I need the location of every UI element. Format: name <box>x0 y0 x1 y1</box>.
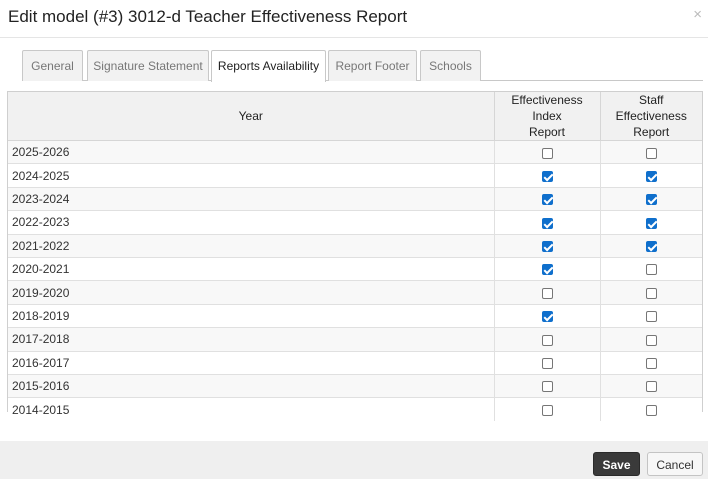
effectiveness-index-cell <box>494 163 601 188</box>
effectiveness-index-checkbox[interactable] <box>541 334 553 346</box>
staff-effectiveness-checkbox[interactable] <box>645 381 657 393</box>
year-cell: 2022-2023 <box>8 210 495 235</box>
tab-reports-availability[interactable]: Reports Availability <box>211 50 326 82</box>
effectiveness-index-cell <box>494 187 601 212</box>
staff-effectiveness-checkbox[interactable] <box>645 217 657 229</box>
table-row: 2017-2018 <box>8 327 702 352</box>
modal-footer: Save Cancel <box>0 441 708 479</box>
table-row: 2022-2023 <box>8 210 702 235</box>
effectiveness-index-checkbox[interactable] <box>541 405 553 417</box>
table-row: 2024-2025 <box>8 163 702 188</box>
staff-effectiveness-cell <box>600 163 702 188</box>
effectiveness-index-cell <box>494 374 601 399</box>
table-row: 2018-2019 <box>8 304 702 329</box>
table-body: 2025-2026 2024-2025 2023-2024 2022-2023 2021… <box>8 140 702 422</box>
table-row: 2020-2021 <box>8 257 702 282</box>
modal-title: Edit model (#3) 3012-d Teacher Effective… <box>8 7 408 26</box>
cancel-button[interactable]: Cancel <box>647 452 703 476</box>
effectiveness-index-checkbox[interactable] <box>541 264 553 276</box>
effectiveness-index-checkbox[interactable] <box>541 147 553 159</box>
column-header-label: Report <box>633 125 670 139</box>
year-cell: 2025-2026 <box>8 140 495 165</box>
close-icon[interactable]: × <box>693 7 702 22</box>
year-cell: 2023-2024 <box>8 187 495 212</box>
staff-effectiveness-cell <box>600 327 702 352</box>
staff-effectiveness-cell <box>600 280 702 305</box>
year-cell: 2016-2017 <box>8 351 495 375</box>
tab-schools[interactable]: Schools <box>420 50 481 81</box>
effectiveness-index-cell <box>494 280 601 305</box>
column-header-label: Report <box>528 125 566 139</box>
staff-effectiveness-checkbox[interactable] <box>645 264 657 276</box>
staff-effectiveness-checkbox[interactable] <box>645 241 657 253</box>
staff-effectiveness-cell <box>600 397 702 422</box>
effectiveness-index-cell <box>494 234 601 258</box>
table-row: 2016-2017 <box>8 351 702 375</box>
column-header-year[interactable]: Year <box>8 92 495 141</box>
column-header-effectiveness-index[interactable]: Effectiveness Index Report <box>494 92 601 141</box>
modal-header: Edit model (#3) 3012-d Teacher Effective… <box>0 0 708 38</box>
staff-effectiveness-cell <box>600 374 702 399</box>
effectiveness-index-checkbox[interactable] <box>541 381 553 393</box>
staff-effectiveness-cell <box>600 234 702 258</box>
table-row: 2019-2020 <box>8 280 702 305</box>
staff-effectiveness-checkbox[interactable] <box>645 311 657 323</box>
effectiveness-index-checkbox[interactable] <box>541 217 553 229</box>
staff-effectiveness-checkbox[interactable] <box>645 170 657 182</box>
effectiveness-index-checkbox[interactable] <box>541 194 553 206</box>
tab-report-footer[interactable]: Report Footer <box>328 50 417 81</box>
year-cell: 2017-2018 <box>8 327 495 352</box>
staff-effectiveness-cell <box>600 351 702 375</box>
year-cell: 2019-2020 <box>8 280 495 305</box>
effectiveness-index-cell <box>494 397 601 422</box>
effectiveness-index-checkbox[interactable] <box>541 311 553 323</box>
staff-effectiveness-cell <box>600 210 702 235</box>
effectiveness-index-checkbox[interactable] <box>541 170 553 182</box>
staff-effectiveness-checkbox[interactable] <box>645 358 657 370</box>
effectiveness-index-cell <box>494 210 601 235</box>
staff-effectiveness-cell <box>600 257 702 282</box>
reports-table: Year Effectiveness Index Report Staff Ef… <box>8 92 702 422</box>
table-row: 2014-2015 <box>8 397 702 422</box>
year-cell: 2024-2025 <box>8 163 495 188</box>
effectiveness-index-cell <box>494 140 601 165</box>
reports-availability-grid: Year Effectiveness Index Report Staff Ef… <box>7 91 703 422</box>
tab-signature-statement[interactable]: Signature Statement <box>87 50 209 81</box>
staff-effectiveness-cell <box>600 187 702 212</box>
effectiveness-index-checkbox[interactable] <box>541 358 553 370</box>
staff-effectiveness-cell <box>600 304 702 329</box>
table-row: 2021-2022 <box>8 234 702 258</box>
effectiveness-index-cell <box>494 257 601 282</box>
table-row: 2025-2026 <box>8 140 702 165</box>
staff-effectiveness-checkbox[interactable] <box>645 334 657 346</box>
year-cell: 2021-2022 <box>8 234 495 258</box>
save-button[interactable]: Save <box>593 452 640 476</box>
table-header-row: Year Effectiveness Index Report Staff Ef… <box>8 92 702 141</box>
staff-effectiveness-checkbox[interactable] <box>645 287 657 299</box>
year-cell: 2018-2019 <box>8 304 495 329</box>
effectiveness-index-checkbox[interactable] <box>541 241 553 253</box>
table-row: 2023-2024 <box>8 187 702 212</box>
staff-effectiveness-cell <box>600 140 702 165</box>
staff-effectiveness-checkbox[interactable] <box>645 405 657 417</box>
year-cell: 2015-2016 <box>8 374 495 399</box>
year-cell: 2014-2015 <box>8 397 495 422</box>
staff-effectiveness-checkbox[interactable] <box>645 194 657 206</box>
year-cell: 2020-2021 <box>8 257 495 282</box>
column-header-label: Effectiveness Index <box>511 93 583 123</box>
column-header-label: Staff Effectiveness <box>615 93 687 123</box>
effectiveness-index-cell <box>494 327 601 352</box>
table-row: 2015-2016 <box>8 374 702 399</box>
effectiveness-index-checkbox[interactable] <box>541 287 553 299</box>
staff-effectiveness-checkbox[interactable] <box>645 147 657 159</box>
tab-bar: General Signature Statement Reports Avai… <box>22 50 703 82</box>
effectiveness-index-cell <box>494 351 601 375</box>
column-header-staff-effectiveness[interactable]: Staff Effectiveness Report <box>600 92 702 141</box>
tab-general[interactable]: General <box>22 50 83 81</box>
effectiveness-index-cell <box>494 304 601 329</box>
